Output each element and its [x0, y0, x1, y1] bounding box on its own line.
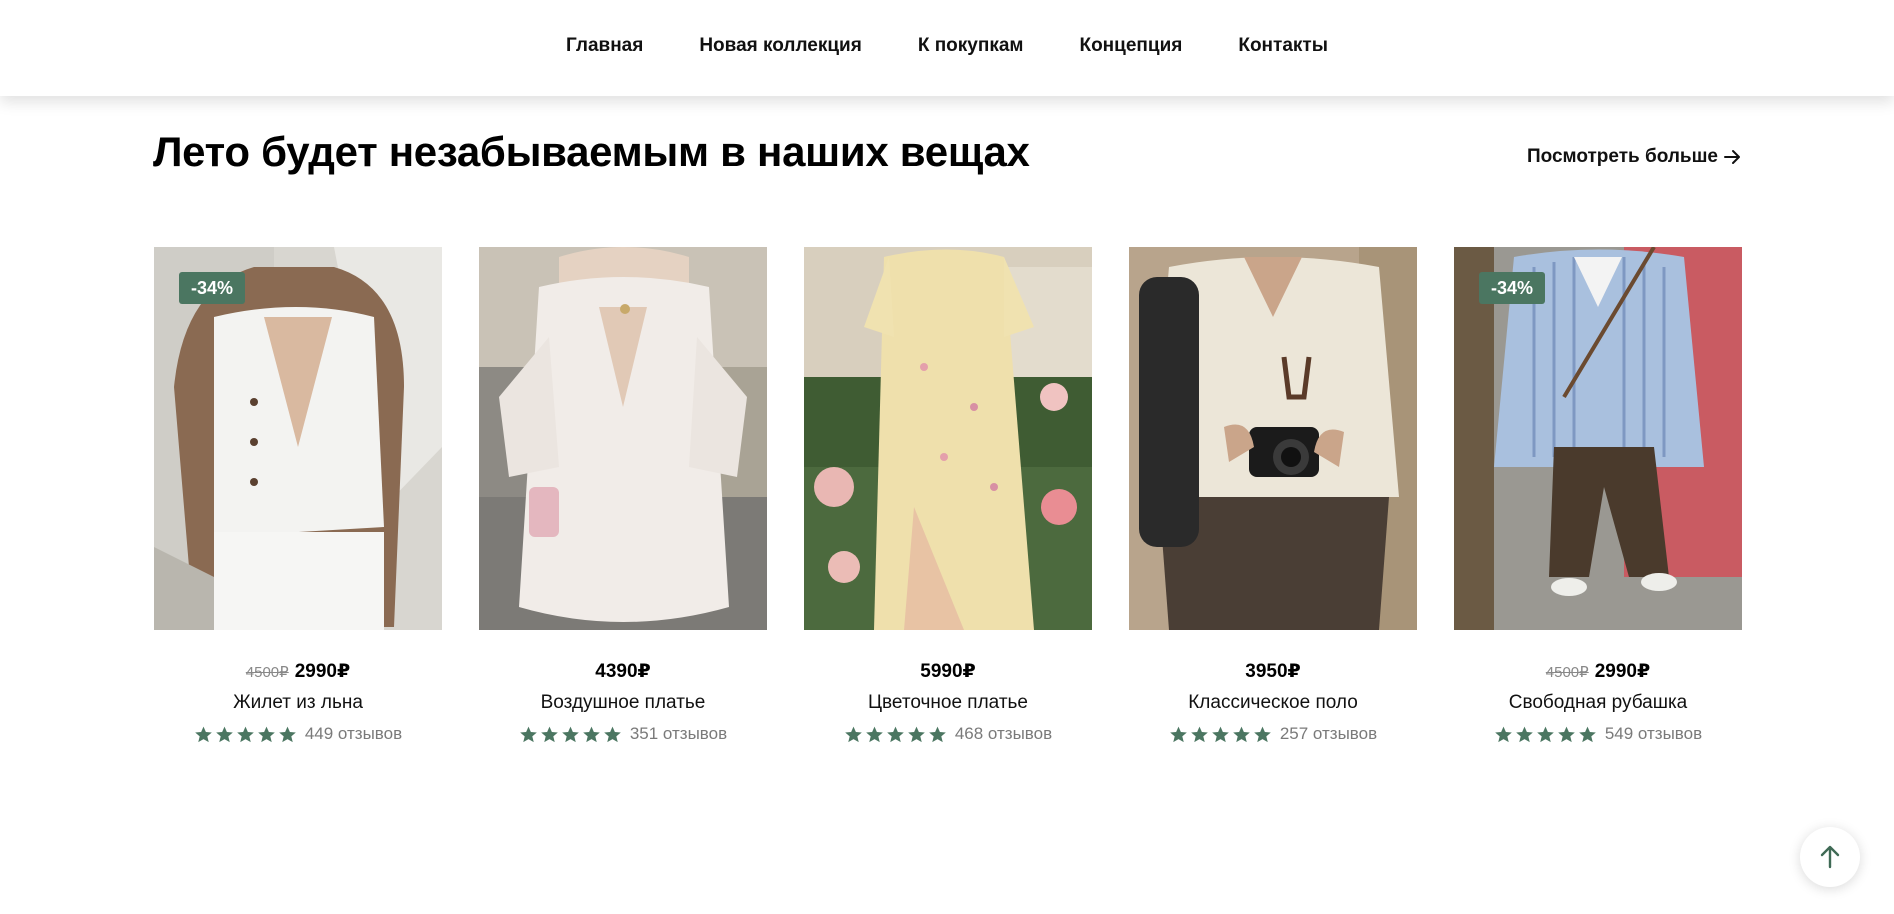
product-prices: 3950₽: [1245, 660, 1301, 684]
star-icon: [1191, 726, 1208, 742]
star-icon: [562, 726, 579, 742]
star-rating: [1169, 725, 1272, 744]
nav-item-home[interactable]: Главная: [566, 35, 643, 57]
star-icon: [1516, 726, 1533, 742]
star-icon: [604, 726, 621, 742]
product-card[interactable]: 5990₽ Цветочное платье 468 отзывов: [804, 247, 1092, 744]
star-icon: [216, 726, 233, 742]
product-image-vest[interactable]: -34%: [154, 247, 442, 630]
star-icon: [195, 726, 212, 742]
star-icon: [237, 726, 254, 742]
classic-polo-photo: [1129, 247, 1417, 630]
star-icon: [520, 726, 537, 742]
star-icon: [929, 726, 946, 742]
nav-item-new-collection[interactable]: Новая коллекция: [699, 35, 862, 57]
view-more-label: Посмотреть больше: [1526, 146, 1718, 167]
product-prices: 5990₽: [920, 660, 976, 684]
discount-badge: -34%: [179, 272, 246, 304]
section-title: Лето будет незабываемым в наших вещах: [153, 128, 1030, 175]
product-image-shirt[interactable]: -34%: [1454, 247, 1742, 630]
old-price: 4500₽: [245, 664, 289, 681]
product-image-floral-dress[interactable]: [804, 247, 1092, 630]
current-price: 5990₽: [920, 661, 976, 682]
product-rating: 449 отзывов: [194, 724, 402, 744]
star-rating: [519, 725, 622, 744]
star-rating: [194, 725, 297, 744]
nav-links: Главная Новая коллекция К покупкам Конце…: [0, 0, 1894, 92]
nav-item-concept[interactable]: Концепция: [1079, 35, 1182, 57]
product-grid: -34% 4500₽ 2990₽ Жилет из льна 449 отзыв…: [154, 247, 1742, 744]
scroll-to-top-button[interactable]: [1800, 827, 1860, 887]
product-rating: 257 отзывов: [1169, 724, 1377, 744]
star-icon: [908, 726, 925, 742]
product-image-polo[interactable]: [1129, 247, 1417, 630]
star-icon: [583, 726, 600, 742]
view-more-link[interactable]: Посмотреть больше: [1527, 146, 1742, 168]
star-rating: [1494, 725, 1597, 744]
nav-item-shop[interactable]: К покупкам: [918, 35, 1024, 57]
review-count: 549 отзывов: [1604, 724, 1703, 743]
discount-badge: -34%: [1479, 272, 1546, 304]
star-icon: [1233, 726, 1250, 742]
product-name[interactable]: Жилет из льна: [233, 692, 363, 714]
star-icon: [1558, 726, 1575, 742]
review-count: 257 отзывов: [1279, 724, 1378, 743]
star-icon: [279, 726, 296, 742]
star-icon: [258, 726, 275, 742]
product-rating: 468 отзывов: [844, 724, 1052, 744]
star-icon: [1579, 726, 1596, 742]
product-name[interactable]: Свободная рубашка: [1509, 692, 1688, 714]
current-price: 2990₽: [294, 661, 351, 682]
product-card[interactable]: -34% 4500₽ 2990₽ Свободная рубашка 549 о…: [1454, 247, 1742, 744]
star-icon: [1537, 726, 1554, 742]
arrow-right-icon: [1724, 150, 1740, 164]
nav-item-contacts[interactable]: Контакты: [1238, 35, 1328, 57]
review-count: 468 отзывов: [954, 724, 1053, 743]
star-icon: [887, 726, 904, 742]
current-price: 4390₽: [595, 661, 651, 682]
product-rating: 351 отзывов: [519, 724, 727, 744]
white-ruffle-dress-photo: [479, 247, 767, 630]
product-name[interactable]: Цветочное платье: [868, 692, 1028, 714]
product-image-ruffle-dress[interactable]: [479, 247, 767, 630]
top-navigation: Главная Новая коллекция К покупкам Конце…: [0, 0, 1894, 96]
star-icon: [845, 726, 862, 742]
star-icon: [1170, 726, 1187, 742]
product-card[interactable]: -34% 4500₽ 2990₽ Жилет из льна 449 отзыв…: [154, 247, 442, 744]
star-icon: [541, 726, 558, 742]
floral-dress-photo: [804, 247, 1092, 630]
product-card[interactable]: 4390₽ Воздушное платье 351 отзывов: [479, 247, 767, 744]
current-price: 2990₽: [1594, 661, 1651, 682]
star-icon: [1212, 726, 1229, 742]
star-icon: [1254, 726, 1271, 742]
striped-shirt-photo: [1454, 247, 1742, 630]
old-price: 4500₽: [1545, 664, 1589, 681]
product-rating: 549 отзывов: [1494, 724, 1702, 744]
white-linen-vest-photo: [154, 247, 442, 630]
product-name[interactable]: Воздушное платье: [541, 692, 706, 714]
review-count: 449 отзывов: [304, 724, 403, 743]
product-prices: 4500₽ 2990₽: [1546, 660, 1650, 684]
review-count: 351 отзывов: [629, 724, 728, 743]
product-prices: 4500₽ 2990₽: [246, 660, 350, 684]
product-name[interactable]: Классическое поло: [1188, 692, 1358, 714]
product-card[interactable]: 3950₽ Классическое поло 257 отзывов: [1129, 247, 1417, 744]
arrow-up-icon: [1820, 845, 1840, 869]
star-icon: [1495, 726, 1512, 742]
star-icon: [866, 726, 883, 742]
star-rating: [844, 725, 947, 744]
current-price: 3950₽: [1245, 661, 1301, 682]
product-prices: 4390₽: [595, 660, 651, 684]
